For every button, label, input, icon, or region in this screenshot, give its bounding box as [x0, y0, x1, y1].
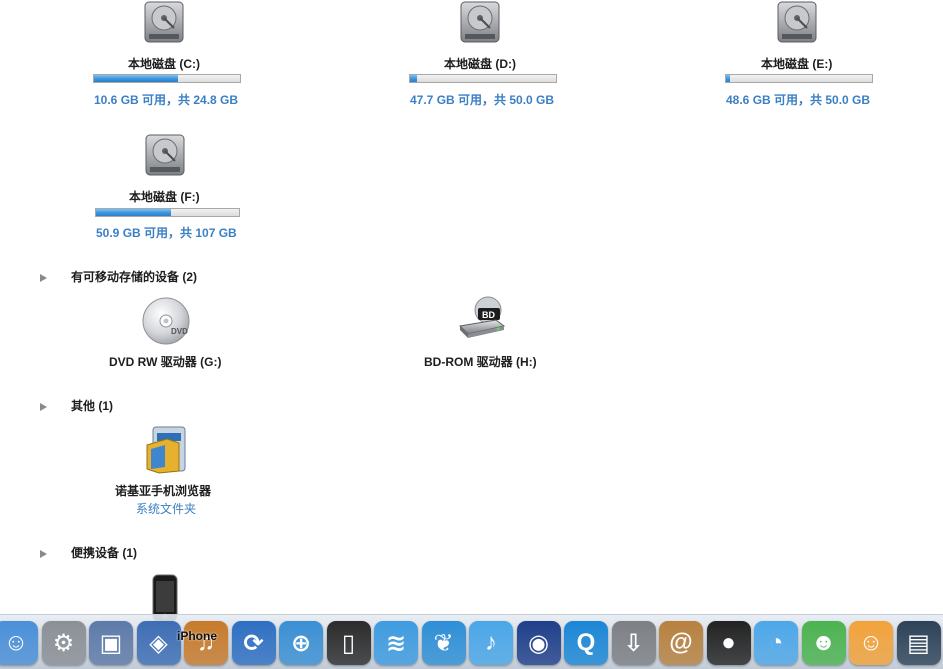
preview-icon[interactable]: ◈	[136, 621, 181, 665]
nokia-browser-sublabel: 系统文件夹	[136, 502, 197, 516]
expand-arrow-icon[interactable]	[40, 273, 47, 282]
emoji-icon[interactable]: ☺	[849, 621, 893, 665]
expand-arrow-icon[interactable]	[40, 402, 47, 411]
section-removable-storage[interactable]: 有可移动存储的设备 (2)	[40, 268, 197, 285]
drive-d-usage-bar	[409, 74, 557, 83]
section-other[interactable]: 其他 (1)	[40, 397, 113, 414]
iphone-app-icon[interactable]: ▯	[326, 621, 371, 665]
nokia-browser-label: 诺基亚手机浏览器	[115, 484, 212, 498]
drive-d-free-space: 47.7 GB 可用，共 50.0 GB	[410, 93, 555, 107]
drive-f[interactable]	[81, 133, 251, 177]
terminal-icon[interactable]: ▤	[896, 621, 941, 665]
dvd-icon[interactable]: DVD	[141, 296, 191, 346]
quicktime-icon[interactable]: Q	[564, 621, 608, 665]
qq-icon[interactable]: ●	[706, 621, 751, 665]
dock: ☺ ⚙ ▣ ◈ ♫ ⟳ ⊕ ▯ ≋ ❦ ♪ ◉ Q ⇩ @ ● ◔ ☻ ☺ ▤	[0, 614, 943, 669]
safari-icon[interactable]: ⊕	[279, 621, 323, 665]
expand-arrow-icon[interactable]	[40, 549, 47, 558]
drive-e-free-space: 48.6 GB 可用，共 50.0 GB	[726, 93, 871, 107]
garageband-icon[interactable]: ♫	[184, 621, 228, 665]
iphone-label: iPhone	[177, 629, 218, 643]
drive-c-label: 本地磁盘 (C:)	[128, 57, 200, 71]
drive-e-usage-bar	[725, 74, 873, 83]
drive-c-free-space: 10.6 GB 可用，共 24.8 GB	[94, 93, 239, 107]
dvd-drive-label: DVD RW 驱动器 (G:)	[109, 355, 222, 369]
section-portable-devices[interactable]: 便携设备 (1)	[40, 544, 137, 561]
drive-c-usage-fill	[94, 75, 178, 82]
feather-icon[interactable]: ❦	[421, 621, 466, 665]
section-title: 其他 (1)	[71, 399, 114, 413]
chat-bubble-icon[interactable]: ◔	[754, 621, 798, 665]
drive-c-usage-bar	[93, 74, 241, 83]
drive-e-usage-fill	[726, 75, 731, 82]
hard-disk-icon	[143, 0, 185, 44]
sync-icon[interactable]: ⟳	[231, 621, 276, 665]
hard-disk-icon	[459, 0, 501, 44]
drive-f-usage-bar	[95, 208, 240, 217]
system-preferences-icon[interactable]: ⚙	[41, 621, 86, 665]
nokia-folder-icon[interactable]	[143, 425, 189, 475]
drive-d-usage-fill	[410, 75, 417, 82]
photo-icon[interactable]: ▣	[89, 621, 133, 665]
drive-f-free-space: 50.9 GB 可用，共 107 GB	[96, 226, 237, 240]
hard-disk-icon	[776, 0, 818, 44]
drive-e-label: 本地磁盘 (E:)	[761, 57, 833, 71]
bd-drive-icon[interactable]: BD	[456, 296, 506, 342]
section-title: 便携设备 (1)	[71, 546, 138, 560]
drive-d[interactable]	[396, 0, 566, 44]
bd-badge: BD	[482, 310, 495, 320]
finder-icon[interactable]: ☺	[0, 621, 38, 665]
hard-disk-icon	[144, 133, 186, 177]
drive-e[interactable]	[713, 0, 883, 44]
section-title: 有可移动存储的设备 (2)	[71, 270, 198, 284]
drive-d-label: 本地磁盘 (D:)	[444, 57, 516, 71]
itunes-icon[interactable]: ♪	[469, 621, 513, 665]
drive-f-usage-fill	[96, 209, 171, 216]
address-book-icon[interactable]: @	[659, 621, 703, 665]
drive-c[interactable]	[80, 0, 250, 44]
wifi-icon[interactable]: ≋	[374, 621, 418, 665]
svg-text:DVD: DVD	[171, 327, 188, 336]
download-icon[interactable]: ⇩	[611, 621, 656, 665]
drive-f-label: 本地磁盘 (F:)	[129, 190, 200, 204]
messenger-icon[interactable]: ☻	[801, 621, 846, 665]
bd-drive-label: BD-ROM 驱动器 (H:)	[424, 355, 537, 369]
media-icon[interactable]: ◉	[516, 621, 561, 665]
